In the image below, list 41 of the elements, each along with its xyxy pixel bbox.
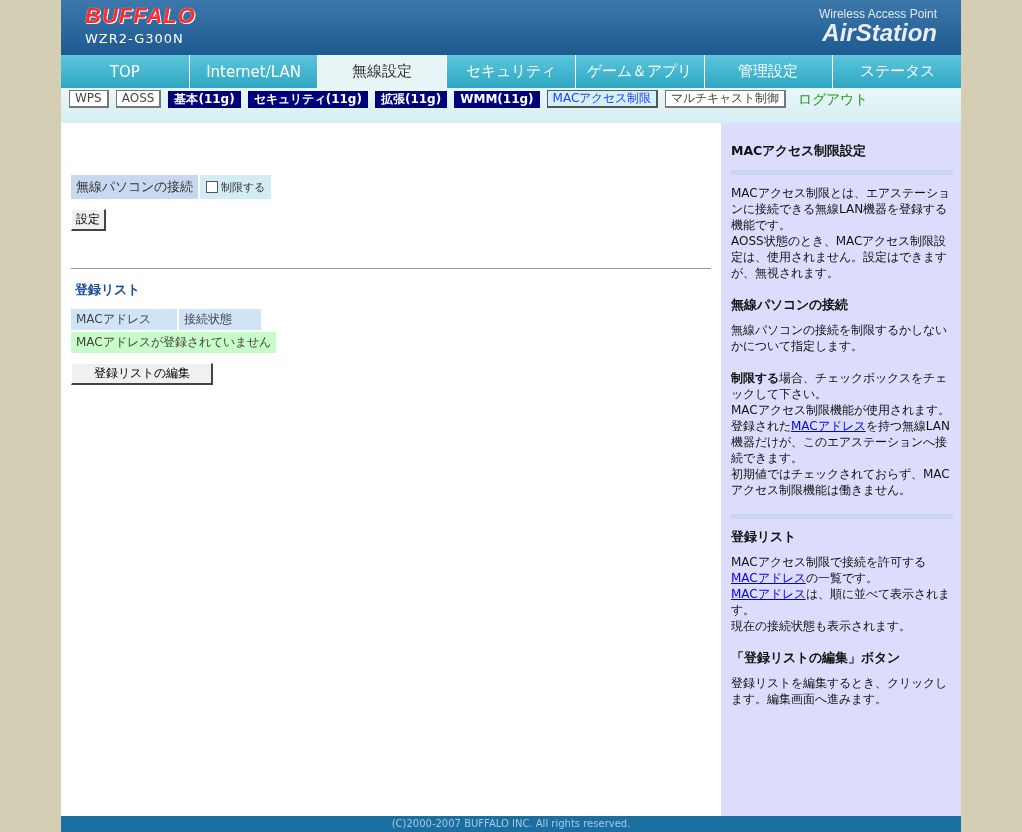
setting-label: 無線パソコンの接続 [71, 175, 198, 199]
help-text: 現在の接続状態も表示されます。 [731, 618, 912, 634]
help-text: 制限する場合、チェックボックスをチェックして下さい。 [731, 370, 948, 402]
help-text: MACアドレスは、順に並べて表示されます。 [731, 586, 951, 618]
mac-address-link[interactable]: MACアドレス [731, 587, 806, 601]
subnav-tab[interactable]: マルチキャスト制御 [665, 90, 787, 108]
empty-message: MACアドレスが登録されていません [71, 332, 276, 353]
subnav-tab[interactable]: AOSS [115, 90, 162, 108]
help-text: MACアクセス制限とは、エアステーションに接続できる無線LAN機器を登録する機能です。 [731, 185, 951, 233]
help-title: MACアクセス制限設定 [731, 143, 868, 160]
copyright-footer: (C)2000-2007 BUFFALO INC. All rights reserved. [61, 816, 961, 832]
mac-address-link[interactable]: MACアドレス [791, 419, 866, 433]
help-text: 無線パソコンの接続を制限するかしないかについて指定します。 [731, 322, 948, 354]
help-title: 「登録リストの編集」ボタン [731, 650, 901, 667]
restrict-checkbox[interactable]: 制限する [200, 175, 271, 199]
help-title: 登録リスト [731, 529, 797, 546]
help-text: 登録リストを編集するとき、クリックします。編集画面へ進みます。 [731, 675, 948, 707]
help-text: 登録されたMACアドレスを持つ無線LAN機器だけが、このエアステーションへ接続できます。 [731, 418, 951, 466]
subnav-tab[interactable]: セキュリティ(11g) [247, 90, 368, 108]
help-text: AOSS状態のとき、MACアクセス制限設定は、使用されません。設定はできますが、無視されます。 [731, 233, 948, 281]
model-name: WZR2-G300N [85, 31, 185, 46]
subnav-tab[interactable]: WMM(11g) [454, 90, 540, 108]
subnav-tab[interactable]: 拡張(11g) [374, 90, 448, 108]
help-text: 初期値ではチェックされておらず、MACアクセス制限機能は働きません。 [731, 466, 951, 498]
help-text: MACアクセス制限機能が使用されます。 [731, 402, 951, 418]
help-title: 無線パソコンの接続 [731, 297, 849, 314]
section-title: 登録リスト [75, 281, 140, 299]
subnav-tab[interactable]: 基本(11g) [168, 90, 241, 108]
help-text: MACアドレスの一覧です。 [731, 570, 879, 586]
subnav-tab[interactable]: WPS [69, 90, 109, 108]
product-line: Wireless Access Point [818, 7, 937, 21]
brand-logo: BUFFALO [85, 4, 196, 28]
edit-list-button[interactable]: 登録リストの編集 [71, 363, 213, 385]
nav-tab[interactable]: 無線設定 [318, 55, 448, 88]
apply-button[interactable]: 設定 [71, 209, 106, 231]
product-logo: AirStation [822, 21, 937, 45]
column-header: MACアドレス [71, 309, 177, 330]
column-header: 接続状態 [179, 309, 261, 330]
mac-address-link[interactable]: MACアドレス [731, 571, 806, 585]
help-text: MACアクセス制限で接続を許可する [731, 554, 927, 570]
subnav-tab[interactable]: MACアクセス制限 [546, 90, 659, 108]
